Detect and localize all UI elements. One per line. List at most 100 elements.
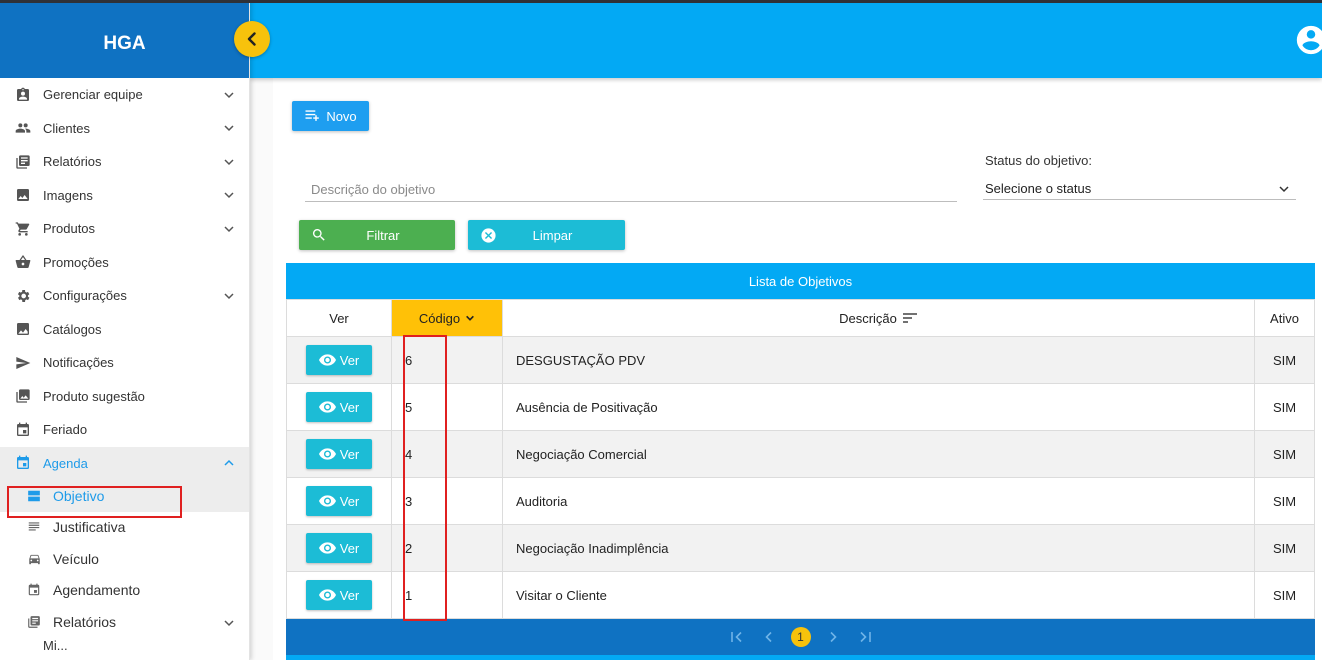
cell-descricao: Auditoria — [502, 477, 1255, 525]
new-objective-button[interactable]: Novo — [292, 101, 369, 131]
next-page-icon[interactable] — [817, 627, 849, 647]
sidebar-item-label: Clientes — [43, 120, 90, 136]
chevron-down-icon — [223, 156, 235, 168]
window-top-border — [0, 0, 1322, 3]
sidebar-item-configuracoes[interactable]: Configurações — [0, 279, 249, 313]
sidebar-item-feriado[interactable]: Feriado — [0, 413, 249, 447]
cell-descricao: DESGUSTAÇÃO PDV — [502, 336, 1255, 384]
cell-ativo: SIM — [1254, 430, 1315, 478]
sidebar-item-promocoes[interactable]: Promoções — [0, 246, 249, 280]
cell-codigo: 2 — [391, 524, 503, 572]
chevron-down-icon — [223, 616, 235, 628]
view-button-label: Ver — [339, 399, 360, 415]
current-page[interactable]: 1 — [790, 627, 811, 647]
menu-icon — [14, 638, 32, 656]
table-row: Ver 1 Visitar o Cliente SIM — [286, 571, 1315, 619]
sort-desc-icon — [465, 313, 475, 323]
sidebar-collapse-button[interactable] — [234, 21, 270, 57]
people-icon — [14, 119, 32, 137]
chevron-down-icon — [1278, 183, 1290, 195]
view-button[interactable]: Ver — [306, 439, 372, 469]
sidebar-item-catalogos[interactable]: Catálogos — [0, 313, 249, 347]
sidebar-subitem-agendamento[interactable]: Agendamento — [0, 575, 249, 607]
chevron-down-icon — [223, 223, 235, 235]
filter-button[interactable]: Filtrar — [299, 220, 455, 250]
description-search-input[interactable] — [305, 178, 957, 202]
sidebar-subitem-label: Justificativa — [53, 519, 126, 536]
chevron-down-icon — [223, 290, 235, 302]
eye-icon — [318, 448, 340, 460]
cell-descricao: Visitar o Cliente — [502, 571, 1255, 619]
sidebar-item-produto-sugestao[interactable]: Produto sugestão — [0, 380, 249, 414]
sidebar-subitem-label: Objetivo — [53, 487, 105, 504]
send-icon — [14, 354, 32, 372]
view-button[interactable]: Ver — [306, 580, 372, 610]
sidebar-subitem-label: Veículo — [53, 550, 99, 567]
sidebar-subitem-relatorios[interactable]: Relatórios — [0, 606, 249, 638]
cell-descricao: Negociação Inadimplência — [502, 524, 1255, 572]
sidebar-item-relatorios[interactable]: Relatórios — [0, 145, 249, 179]
eye-icon — [318, 542, 340, 554]
sidebar-item-label: Agenda — [43, 455, 88, 471]
sidebar-subitem-justificativa[interactable]: Justificativa — [0, 512, 249, 544]
notes-icon — [26, 519, 42, 535]
user-account-icon[interactable] — [1294, 23, 1322, 57]
view-button[interactable]: Ver — [306, 486, 372, 516]
gear-icon — [14, 287, 32, 305]
image-icon — [14, 186, 32, 204]
status-label: Status do objetivo: — [985, 153, 1092, 168]
chevron-up-icon — [223, 457, 235, 469]
column-header-descricao[interactable]: Descrição — [502, 299, 1255, 337]
report-icon — [26, 614, 42, 630]
clear-button-label: Limpar — [532, 227, 573, 243]
sidebar-item-label: Relatórios — [43, 154, 102, 170]
sidebar-item-gerenciar-equipe[interactable]: Gerenciar equipe — [0, 78, 249, 112]
sidebar-item-partial[interactable]: Mi... — [0, 638, 249, 658]
cell-codigo: 6 — [391, 336, 503, 384]
sidebar-item-label: Notificações — [43, 355, 114, 371]
eye-icon — [318, 401, 340, 413]
car-icon — [26, 551, 42, 567]
sidebar-item-imagens[interactable]: Imagens — [0, 179, 249, 213]
cell-descricao: Negociação Comercial — [502, 430, 1255, 478]
sort-icon — [902, 312, 918, 324]
cell-ativo: SIM — [1254, 571, 1315, 619]
table-row: Ver 6 DESGUSTAÇÃO PDV SIM — [286, 336, 1315, 384]
view-button[interactable]: Ver — [306, 392, 372, 422]
calendar-icon — [26, 582, 42, 598]
sidebar-menu: Gerenciar equipe Clientes Relatórios Ima… — [0, 78, 249, 658]
view-button[interactable]: Ver — [306, 533, 372, 563]
objective-icon — [26, 488, 42, 504]
clear-button[interactable]: Limpar — [468, 220, 625, 250]
filter-button-label: Filtrar — [366, 227, 400, 243]
sidebar-item-agenda[interactable]: Agenda — [0, 446, 249, 480]
view-button-label: Ver — [339, 446, 360, 462]
eye-icon — [318, 495, 340, 507]
cell-codigo: 4 — [391, 430, 503, 478]
sidebar-subitem-label: Agendamento — [53, 582, 141, 599]
status-select[interactable]: Selecione o status — [983, 178, 1296, 200]
badge-icon — [14, 86, 32, 104]
chevron-down-icon — [223, 122, 235, 134]
objectives-table: Ver Código Descrição Ativo Ver 6 DESGUST… — [286, 299, 1315, 619]
eye-icon — [318, 354, 340, 366]
first-page-icon[interactable] — [721, 627, 753, 647]
column-header-ativo: Ativo — [1254, 299, 1315, 337]
status-select-value: Selecione o status — [985, 181, 1092, 196]
search-icon — [299, 227, 339, 243]
cell-ativo: SIM — [1254, 336, 1315, 384]
eye-icon — [318, 589, 340, 601]
view-button-label: Ver — [339, 493, 360, 509]
cell-descricao: Ausência de Positivação — [502, 383, 1255, 431]
table-footer-strip — [286, 655, 1315, 660]
column-header-codigo[interactable]: Código — [391, 299, 503, 337]
sidebar-subitem-objetivo[interactable]: Objetivo — [0, 480, 249, 512]
last-page-icon[interactable] — [849, 627, 881, 647]
sidebar-item-clientes[interactable]: Clientes — [0, 112, 249, 146]
sidebar-item-notificacoes[interactable]: Notificações — [0, 346, 249, 380]
objectives-table-panel: Lista de Objetivos Ver Código Descrição — [286, 263, 1315, 660]
sidebar-item-produtos[interactable]: Produtos — [0, 212, 249, 246]
sidebar-subitem-veiculo[interactable]: Veículo — [0, 543, 249, 575]
view-button[interactable]: Ver — [306, 345, 372, 375]
prev-page-icon[interactable] — [753, 627, 785, 647]
